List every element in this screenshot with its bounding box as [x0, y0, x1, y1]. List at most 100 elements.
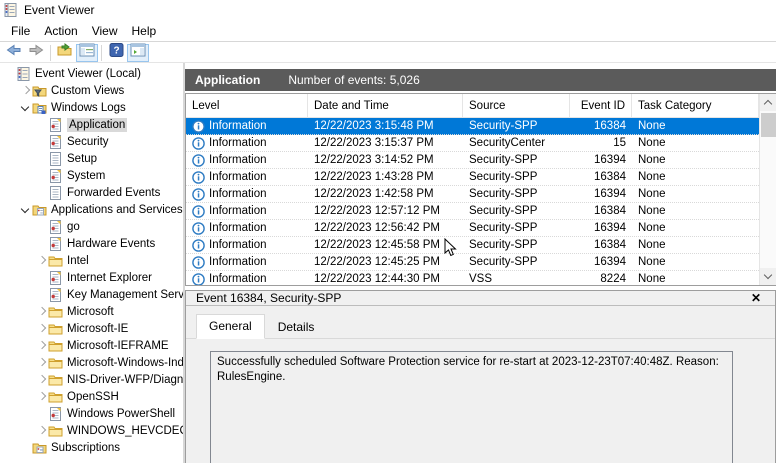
level-cell: Information — [186, 271, 308, 285]
tree-item-go[interactable]: go — [0, 218, 183, 235]
event-row[interactable]: Information12/22/2023 3:14:52 PMSecurity… — [186, 152, 759, 169]
chevron-right-icon[interactable] — [36, 391, 48, 403]
tree-item-label: Custom Views — [51, 85, 124, 97]
menu-help[interactable]: Help — [125, 21, 164, 41]
folder-icon — [48, 390, 63, 404]
tree-item-applications-and-services-lo[interactable]: Applications and Services Lo — [0, 201, 183, 218]
show-action-pane-button[interactable] — [127, 44, 149, 62]
level-text: Information — [209, 188, 267, 200]
tree-item-security[interactable]: Security — [0, 133, 183, 150]
tree-item-label: Subscriptions — [51, 442, 120, 454]
scroll-up-icon[interactable] — [760, 94, 776, 111]
back-button[interactable] — [3, 44, 25, 62]
show-console-tree-button[interactable] — [76, 44, 98, 62]
tree-item-application[interactable]: Application — [0, 116, 183, 133]
column-header-task[interactable]: Task Category — [632, 94, 759, 117]
level-cell: Information — [186, 118, 308, 134]
chevron-right-icon[interactable] — [36, 340, 48, 352]
menu-view[interactable]: View — [85, 21, 125, 41]
tree-item-internet-explorer[interactable]: Internet Explorer — [0, 269, 183, 286]
tree-item-windows-hevcdecod[interactable]: WINDOWS_HEVCDECOD — [0, 422, 183, 439]
chevron-down-icon[interactable] — [20, 204, 32, 216]
tree-item-windows-powershell[interactable]: Windows PowerShell — [0, 405, 183, 422]
tree-item-label: Key Management Service — [67, 289, 183, 301]
forward-button[interactable] — [25, 44, 47, 62]
event-row[interactable]: Information12/22/2023 3:15:48 PMSecurity… — [186, 118, 759, 135]
eventid-cell: 16384 — [570, 203, 632, 219]
column-header-source[interactable]: Source — [463, 94, 570, 117]
help-button[interactable]: ? — [105, 44, 127, 62]
tab-general[interactable]: General — [196, 314, 265, 339]
tree-item-nis-driver-wfp-diagnos[interactable]: NIS-Driver-WFP/Diagnos — [0, 371, 183, 388]
event-row[interactable]: Information12/22/2023 12:45:25 PMSecurit… — [186, 254, 759, 271]
event-row[interactable]: Information12/22/2023 12:57:12 PMSecurit… — [186, 203, 759, 220]
tree-item-microsoft-ie[interactable]: Microsoft-IE — [0, 320, 183, 337]
tree-item-key-management-service[interactable]: Key Management Service — [0, 286, 183, 303]
chevron-right-icon[interactable] — [36, 255, 48, 267]
close-icon[interactable]: ✕ — [747, 291, 765, 305]
event-row[interactable]: Information12/22/2023 12:45:58 PMSecurit… — [186, 237, 759, 254]
toolbar-separator — [101, 45, 102, 61]
task-category-cell: None — [632, 220, 759, 236]
tree-item-hardware-events[interactable]: Hardware Events — [0, 235, 183, 252]
source-cell: VSS — [463, 271, 570, 285]
tree-spacer — [36, 153, 48, 165]
tree-item-microsoft-ieframe[interactable]: Microsoft-IEFRAME — [0, 337, 183, 354]
plain-log-icon — [48, 152, 63, 166]
tree-item-microsoft[interactable]: Microsoft — [0, 303, 183, 320]
tab-details[interactable]: Details — [265, 315, 328, 339]
information-icon — [192, 154, 205, 167]
source-cell: Security-SPP — [463, 169, 570, 185]
event-row[interactable]: Information12/22/2023 3:15:37 PMSecurity… — [186, 135, 759, 152]
tree-item-system[interactable]: System — [0, 167, 183, 184]
scroll-thumb[interactable] — [761, 113, 776, 137]
information-icon — [192, 222, 205, 235]
event-viewer-window: Event Viewer File Action View Help ? Eve… — [0, 0, 776, 463]
chevron-right-icon[interactable] — [20, 85, 32, 97]
list-scrollbar[interactable] — [759, 94, 776, 285]
plain-log-icon — [48, 186, 63, 200]
menu-file[interactable]: File — [4, 21, 37, 41]
tree-item-windows-logs[interactable]: Windows Logs — [0, 99, 183, 116]
information-icon — [192, 239, 205, 252]
menu-action[interactable]: Action — [37, 21, 84, 41]
help-icon: ? — [109, 43, 124, 62]
chevron-right-icon[interactable] — [36, 425, 48, 437]
tree-item-openssh[interactable]: OpenSSH — [0, 388, 183, 405]
tree-item-subscriptions[interactable]: Subscriptions — [0, 439, 183, 456]
tree-item-setup[interactable]: Setup — [0, 150, 183, 167]
event-row[interactable]: Information12/22/2023 12:44:30 PMVSS8224… — [186, 271, 759, 285]
chevron-right-icon[interactable] — [36, 323, 48, 335]
log-name: Application — [195, 73, 260, 87]
information-icon — [192, 273, 205, 286]
tree-item-forwarded-events[interactable]: Forwarded Events — [0, 184, 183, 201]
folder-icon — [48, 356, 63, 370]
event-general-content: Successfully scheduled Software Protecti… — [186, 339, 775, 463]
eventid-cell: 16384 — [570, 118, 632, 134]
scroll-down-icon[interactable] — [760, 268, 776, 285]
tree-item-event-viewer-local-[interactable]: Event Viewer (Local) — [0, 65, 183, 82]
column-header-date[interactable]: Date and Time — [308, 94, 463, 117]
tree-item-label: Microsoft-IE — [67, 323, 128, 335]
level-cell: Information — [186, 237, 308, 253]
chevron-right-icon[interactable] — [36, 306, 48, 318]
task-category-cell: None — [632, 254, 759, 270]
tree-item-intel[interactable]: Intel — [0, 252, 183, 269]
column-header-level[interactable]: Level — [186, 94, 308, 117]
column-header-eventid[interactable]: Event ID — [570, 94, 632, 117]
tree-item-microsoft-windows-inde[interactable]: Microsoft-Windows-Inde — [0, 354, 183, 371]
open-saved-log-button[interactable] — [54, 44, 76, 62]
datetime-cell: 12/22/2023 1:42:58 PM — [308, 186, 463, 202]
chevron-right-icon[interactable] — [36, 357, 48, 369]
tree-item-custom-views[interactable]: Custom Views — [0, 82, 183, 99]
datetime-cell: 12/22/2023 12:45:58 PM — [308, 237, 463, 253]
chevron-right-icon[interactable] — [36, 374, 48, 386]
event-row[interactable]: Information12/22/2023 1:43:28 PMSecurity… — [186, 169, 759, 186]
event-row[interactable]: Information12/22/2023 1:42:58 PMSecurity… — [186, 186, 759, 203]
task-category-cell: None — [632, 186, 759, 202]
chevron-down-icon[interactable] — [20, 102, 32, 114]
event-log-icon — [48, 135, 63, 149]
scroll-track[interactable] — [760, 111, 776, 268]
tree-item-label: go — [67, 221, 80, 233]
event-row[interactable]: Information12/22/2023 12:56:42 PMSecurit… — [186, 220, 759, 237]
